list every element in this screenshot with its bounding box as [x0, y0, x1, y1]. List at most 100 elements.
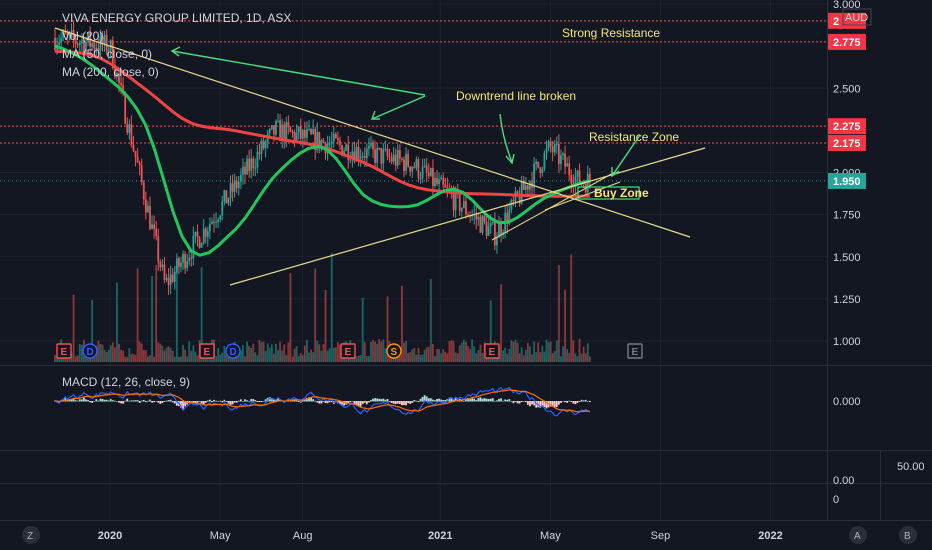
volume-bar	[107, 349, 110, 362]
volume-bar	[126, 356, 129, 362]
volume-bar	[522, 355, 525, 362]
macd-histogram-bar	[502, 400, 505, 402]
macd-histogram-bar	[198, 401, 201, 402]
macd-histogram-bar	[436, 398, 438, 402]
candle-body	[465, 201, 467, 215]
volume-bar	[242, 345, 244, 362]
volume-bar	[359, 355, 362, 362]
volume-bar	[76, 355, 79, 362]
volume-bar	[576, 356, 579, 362]
volume-bar	[429, 278, 432, 362]
volume-bar	[456, 353, 459, 362]
macd-histogram-bar	[506, 399, 509, 402]
candle-body	[180, 262, 182, 268]
downtrend-broken-label: Downtrend line broken	[456, 89, 576, 103]
candle-body	[367, 145, 370, 149]
legend-vol[interactable]: Vol (20)	[62, 29, 103, 43]
candle-body	[562, 153, 564, 156]
macd-histogram-bar	[147, 400, 149, 402]
macd-histogram-bar	[386, 399, 389, 402]
legend-ma50[interactable]: MA (50, close, 0)	[62, 47, 152, 61]
candle-body	[334, 133, 337, 139]
macd-histogram-bar	[409, 401, 412, 404]
macd-histogram-bar	[489, 398, 492, 402]
volume-bar	[248, 345, 251, 362]
candle-body	[186, 261, 189, 269]
macd-histogram-bar	[116, 400, 118, 402]
macd-histogram-bar	[498, 398, 500, 402]
macd-histogram-bar	[475, 400, 478, 402]
price-axis-tick: 1.500	[833, 252, 861, 264]
candle-body	[120, 82, 122, 86]
volume-bar	[376, 343, 379, 362]
volume-bar	[504, 347, 507, 362]
volume-bar	[272, 353, 275, 362]
volume-bar	[252, 343, 255, 362]
volume-bar	[326, 350, 329, 362]
chart-stage[interactable]: Buy Zone Strong Resistance Downtrend lin…	[0, 0, 932, 550]
volume-bar	[367, 355, 370, 362]
legend-macd[interactable]: MACD (12, 26, close, 9)	[62, 375, 190, 389]
volume-bar	[434, 356, 436, 362]
candle-body	[221, 201, 224, 216]
volume-bar	[180, 356, 182, 362]
macd-histogram-bar	[206, 400, 209, 402]
volume-bar	[122, 350, 125, 362]
macd-histogram-bar	[215, 400, 217, 402]
volume-bar	[475, 353, 478, 362]
volume-bar	[506, 353, 509, 362]
macd-histogram-bar	[444, 400, 447, 402]
volume-bar	[78, 343, 81, 362]
symbol-title[interactable]: VIVA ENERGY GROUP LIMITED, 1D, ASX	[62, 11, 291, 25]
volume-bar	[407, 352, 410, 362]
price-axis-tick: 1.750	[833, 210, 861, 222]
macd-histogram-bar	[487, 399, 490, 402]
volume-bar	[165, 347, 168, 362]
volume-bar	[582, 346, 585, 362]
macd-histogram-bar	[407, 401, 410, 404]
volume-bar	[111, 342, 114, 362]
candle-body	[171, 274, 174, 282]
candle-body	[264, 141, 267, 149]
event-marker-letter: E	[489, 347, 496, 358]
lower-axis-tick: 0	[833, 494, 839, 506]
macd-histogram-bar	[483, 398, 486, 402]
volume-bar	[524, 349, 527, 362]
volume-bar	[103, 350, 106, 362]
macd-histogram-bar	[372, 398, 374, 402]
volume-bar	[196, 355, 199, 362]
zoom-button-label: Z	[27, 531, 33, 542]
volume-bar	[578, 339, 581, 362]
macd-histogram-bar	[91, 401, 94, 403]
macd-histogram-bar	[151, 401, 153, 403]
macd-histogram-bar	[221, 401, 224, 403]
volume-bar	[308, 352, 310, 362]
macd-histogram-bar	[529, 401, 531, 407]
macd-histogram-bar	[171, 401, 174, 403]
volume-bar	[285, 355, 288, 362]
volume-bar	[473, 346, 476, 362]
candle-body	[299, 126, 302, 139]
candle-body	[427, 173, 430, 176]
candle-body	[434, 177, 436, 186]
candle-body	[260, 140, 263, 154]
macd-histogram-bar	[111, 400, 114, 402]
volume-bar	[533, 341, 535, 362]
candle-body	[555, 143, 558, 145]
macd-histogram-bar	[130, 400, 133, 402]
candle-body	[576, 170, 579, 177]
candle-body	[535, 161, 538, 164]
macd-histogram-bar	[491, 398, 494, 402]
volume-bar	[454, 352, 457, 362]
volume-bar	[415, 354, 418, 362]
macd-histogram-bar	[262, 400, 265, 402]
macd-histogram-bar	[134, 400, 137, 402]
volume-bar	[132, 353, 135, 362]
macd-histogram-bar	[78, 399, 81, 402]
legend-ma200[interactable]: MA (200, close, 0)	[62, 65, 159, 79]
macd-histogram-bar	[520, 401, 523, 402]
macd-histogram-bar	[324, 401, 327, 404]
candle-body	[512, 200, 515, 202]
resistance-zone-label: Resistance Zone	[589, 130, 679, 144]
volume-bar	[279, 341, 281, 362]
